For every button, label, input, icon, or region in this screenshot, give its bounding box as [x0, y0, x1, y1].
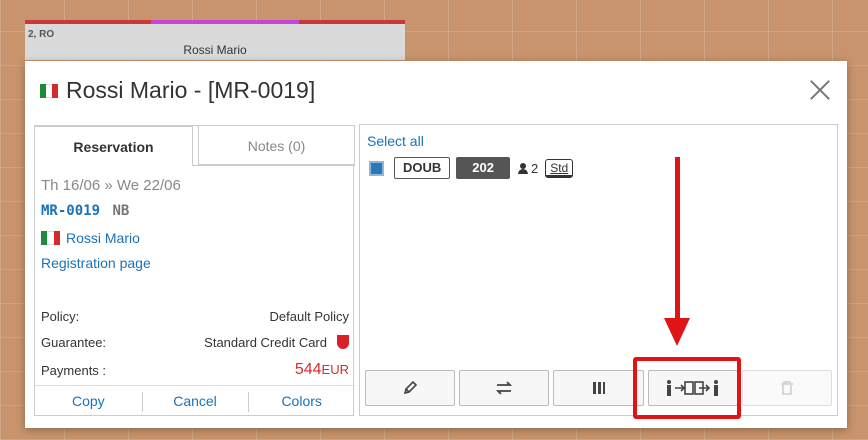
modal-title: Rossi Mario - [MR-0019]	[40, 77, 315, 104]
policy-row: Policy: Default Policy	[41, 309, 349, 324]
policy-label: Policy:	[41, 309, 80, 324]
reservation-bar[interactable]: 2, RO Rossi Mario	[25, 20, 405, 60]
reservation-bar-stripe	[151, 20, 299, 24]
split-columns-icon	[592, 382, 605, 394]
colors-button[interactable]: Colors	[248, 386, 355, 416]
close-icon[interactable]	[807, 77, 833, 103]
registration-page-link[interactable]: Registration page	[41, 255, 151, 271]
guarantee-row: Guarantee: Standard Credit Card	[41, 334, 349, 350]
tab-divider	[193, 165, 355, 166]
annotation-highlight-box	[633, 357, 741, 419]
modal-title-text: Rossi Mario - [MR-0019]	[66, 77, 316, 103]
reservation-bar-code: 2, RO	[28, 29, 55, 40]
policy-value: Default Policy	[269, 309, 349, 324]
edit-button[interactable]	[365, 370, 456, 406]
tab-notes[interactable]: Notes (0)	[198, 125, 355, 165]
payments-currency: EUR	[321, 362, 349, 377]
pencil-icon	[403, 380, 418, 395]
italy-flag-icon	[40, 83, 58, 98]
room-checkbox[interactable]	[369, 160, 384, 176]
rooms-panel: Select all DOUB 202 2 Std	[359, 124, 838, 416]
reservation-code-value: MR-0019	[41, 203, 101, 219]
tab-reservation[interactable]: Reservation	[34, 126, 193, 166]
room-type-badge: DOUB	[394, 157, 451, 179]
italy-flag-icon	[41, 231, 60, 245]
guarantee-value: Standard Credit Card	[204, 335, 327, 350]
reservation-code: MR-0019 NB	[41, 203, 129, 219]
guest-count: 2	[517, 160, 539, 176]
select-all-link[interactable]: Select all	[367, 133, 424, 149]
split-button[interactable]	[553, 370, 644, 406]
guarantee-value-wrap: Standard Credit Card	[204, 334, 349, 350]
delete-button[interactable]	[741, 370, 833, 406]
rooms-toolbar	[365, 370, 833, 407]
annotation-arrow-line	[675, 157, 680, 322]
reservation-actions: Copy Cancel Colors	[35, 385, 355, 416]
guest-link-text: Rossi Mario	[66, 230, 140, 246]
trash-icon	[780, 381, 793, 395]
payments-value: 544EUR	[295, 361, 349, 379]
swap-room-button[interactable]	[459, 370, 550, 406]
guest-count-value: 2	[530, 160, 539, 176]
person-icon	[517, 162, 528, 174]
copy-button[interactable]: Copy	[35, 386, 142, 416]
tab-bar: Reservation Notes (0)	[34, 125, 355, 166]
reservation-panel: Reservation Notes (0) Th 16/06 » We 22/0…	[34, 125, 355, 416]
payments-label: Payments :	[41, 362, 107, 378]
payments-row: Payments : 544EUR	[41, 361, 349, 379]
room-row: DOUB 202 2 Std	[369, 157, 574, 179]
annotation-arrow-head	[664, 318, 690, 346]
room-number-badge[interactable]: 202	[456, 157, 510, 179]
cancel-button[interactable]: Cancel	[141, 386, 249, 416]
shield-icon	[337, 334, 349, 349]
rate-badge[interactable]: Std	[545, 158, 574, 178]
guest-link[interactable]: Rossi Mario	[41, 230, 140, 246]
reservation-bar-guest: Rossi Mario	[183, 43, 247, 57]
reservation-status: NB	[112, 203, 130, 219]
payments-amount: 544	[294, 361, 322, 378]
guarantee-label: Guarantee:	[41, 335, 107, 350]
stay-dates: Th 16/06 » We 22/06	[41, 177, 181, 194]
swap-arrows-icon	[496, 381, 513, 395]
